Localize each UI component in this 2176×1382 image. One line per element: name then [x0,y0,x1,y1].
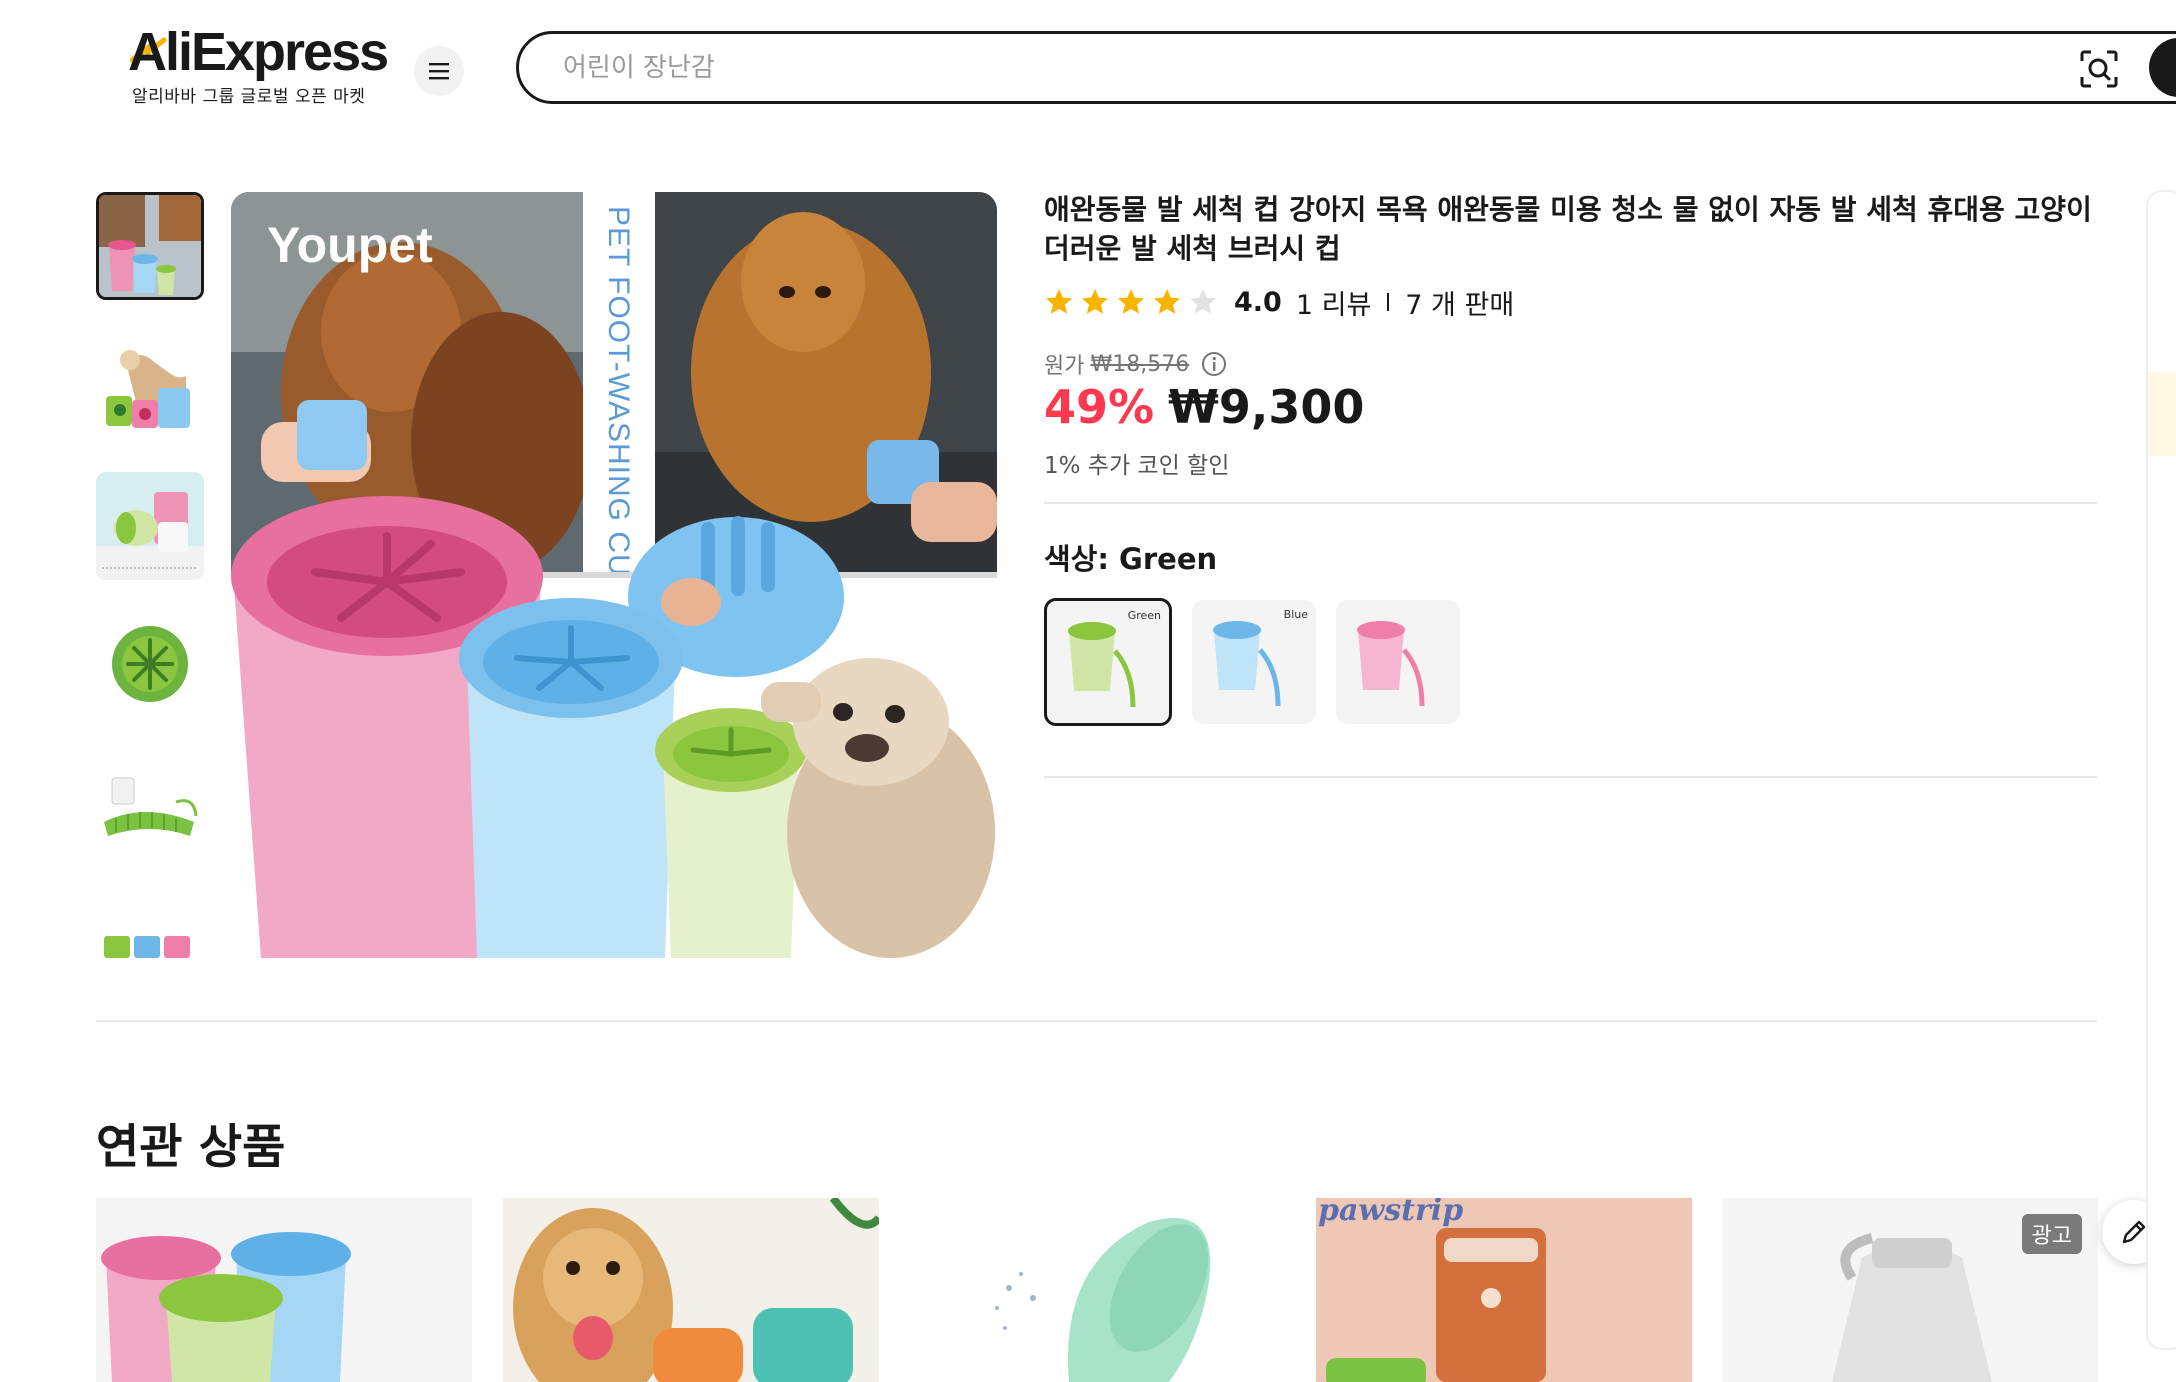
product-title: 애완동물 발 세척 컵 강아지 목욕 애완동물 미용 청소 물 없이 자동 발 … [1044,193,2092,265]
color-swatch-blue[interactable]: Blue [1192,600,1316,724]
related-product-card[interactable]: pawstrip [1316,1198,1692,1382]
original-price: ₩18,576 [1090,351,1190,377]
related-product-card[interactable] [909,1198,1285,1382]
related-products-title: 연관 상품 [96,1120,286,1175]
thumbnail-image [99,195,201,297]
product-thumbnail [503,1198,879,1382]
swatch-label: Green [1127,609,1161,622]
image-search-icon[interactable] [2079,49,2119,89]
pencil-icon [2122,1220,2146,1244]
original-price-row: 원가 ₩18,576 [1044,348,1227,380]
star-filled-icon [1082,289,1108,314]
product-photo: PET FOOT-WASHING CUP Youpet [231,192,997,958]
divider [1044,776,2097,778]
thumbnail-4[interactable] [96,612,204,720]
side-panel-highlight [2148,372,2176,456]
info-icon[interactable] [1201,351,1227,377]
price-row: 49% ₩9,300 [1044,380,1364,434]
thumbnail-3[interactable] [96,472,204,580]
related-product-card[interactable] [96,1198,472,1382]
thumbnail-1[interactable] [96,192,204,300]
review-count-link[interactable]: 1 리뷰 [1296,283,1371,322]
star-filled-icon [1046,289,1072,314]
thumbnail-image [96,752,204,860]
color-swatch-green[interactable]: Green [1044,598,1172,726]
search-bar[interactable] [516,31,2176,104]
coin-discount: 1% 추가 코인 할인 [1044,453,1230,479]
product-thumbnail [909,1198,1285,1382]
pink-cup-image [1357,621,1425,707]
thumbnail-list[interactable] [96,192,204,958]
brand-text: Youpet [267,217,433,273]
rating-row[interactable]: 4.0 1 리뷰 7 개 판매 [1044,283,1515,322]
banner-text: PET FOOT-WASHING CUP [602,206,635,598]
color-swatches[interactable]: Green Blue [1044,598,1460,726]
divider [1044,502,2097,504]
aliexpress-logo[interactable]: AliExpress 알리바바 그룹 글로벌 오픈 마켓 [128,22,389,107]
star-filled-icon [1154,289,1180,314]
related-product-card[interactable]: 광고 [1722,1198,2098,1382]
sold-count: 7 개 판매 [1405,289,1515,321]
logo-subtitle: 알리바바 그룹 글로벌 오픈 마켓 [132,87,366,107]
search-button[interactable] [2149,38,2176,97]
sale-price: ₩9,300 [1168,380,1365,434]
hamburger-icon [429,63,449,80]
star-empty-icon [1190,289,1216,314]
side-panel[interactable] [2146,190,2176,1350]
thumbnail-image [96,612,204,720]
thumbnail-image [96,472,204,580]
color-swatch-pink[interactable] [1336,600,1460,724]
product-thumbnail: pawstrip [1316,1198,1692,1382]
section-divider [96,1020,2097,1022]
star-rating [1044,287,1218,317]
search-input[interactable] [563,50,1963,86]
swatch-label: Blue [1283,608,1308,621]
star-filled-icon [1118,289,1144,314]
thumbnail-image [96,892,204,958]
rating-divider [1387,293,1390,311]
logo-wordmark: AliExpress [128,22,389,82]
ad-badge: 광고 [2021,1214,2082,1254]
related-product-card[interactable] [503,1198,879,1382]
original-price-label: 원가 [1044,354,1085,379]
product-thumbnail [96,1198,472,1382]
color-selection-label: 색상: Green [1044,542,1218,576]
menu-button[interactable] [414,46,464,96]
rating-score: 4.0 [1234,286,1282,318]
discount-percent: 49% [1044,380,1155,434]
thumbnail-2[interactable] [96,332,204,440]
thumbnail-6[interactable] [96,892,204,958]
card-brand-text: pawstrip [1318,1198,1463,1228]
thumbnail-5[interactable] [96,752,204,860]
thumbnail-image [96,332,204,440]
main-product-image[interactable]: PET FOOT-WASHING CUP Youpet [231,192,997,958]
